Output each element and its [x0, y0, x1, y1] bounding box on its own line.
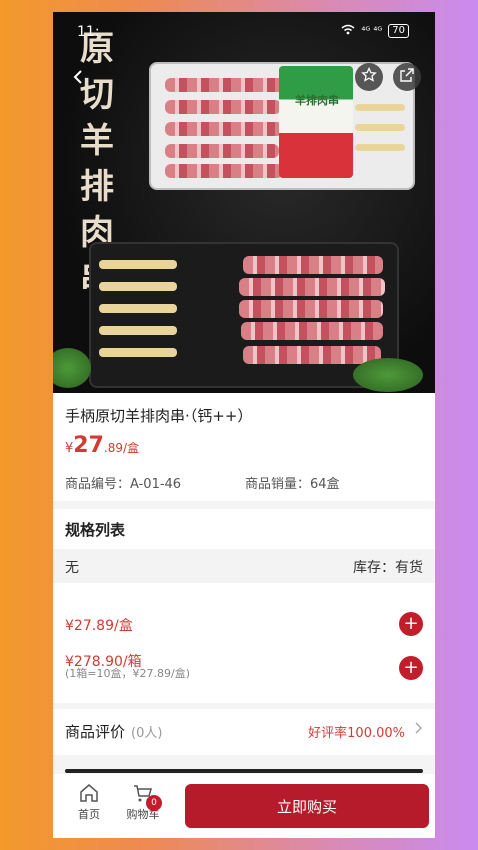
- content-divider: [65, 769, 423, 773]
- meat-skewer: [243, 346, 381, 364]
- product-code: 商品编号：A-01-46: [65, 477, 182, 492]
- product-title: 手柄原切羊排肉串·（钙++）: [65, 407, 253, 425]
- review-title: 商品评价 (0人): [65, 721, 162, 742]
- meat-skewer: [165, 164, 283, 178]
- status-time: 11:: [77, 24, 100, 40]
- bottom-action-bar: 首页 购物车 0 立即购买: [53, 774, 435, 838]
- meat-skewer: [239, 278, 385, 296]
- product-image: 原切羊排肉串 羊排肉串 11: ⁴ᴳ ⁴ᴳ 70: [53, 12, 435, 393]
- skewer-handle: [99, 282, 177, 291]
- meat-skewer: [165, 122, 283, 136]
- review-row[interactable]: 商品评价 (0人) 好评率100.00%: [53, 709, 435, 755]
- battery-icon: 70: [388, 24, 409, 38]
- spec-price-box: ¥27.89/盒: [65, 618, 133, 634]
- star-icon: [361, 66, 377, 87]
- wifi-icon: [341, 24, 355, 38]
- meat-skewer: [165, 144, 279, 158]
- skewer-handle: [99, 304, 177, 313]
- signal-icon: ⁴ᴳ ⁴ᴳ: [361, 25, 383, 37]
- garnish-leaf: [53, 348, 91, 388]
- skewer-handle: [99, 260, 177, 269]
- spec-case-note: (1箱=10盒，¥27.89/盒): [65, 667, 190, 680]
- garnish-leaf: [353, 358, 423, 392]
- spec-option-row[interactable]: 无 库存：有货: [53, 549, 435, 583]
- price-decimal: .89: [103, 441, 123, 455]
- meat-skewer: [243, 256, 383, 274]
- phone-screen: 原切羊排肉串 羊排肉串 11: ⁴ᴳ ⁴ᴳ 70: [53, 12, 435, 838]
- chevron-right-icon: [413, 721, 423, 739]
- back-icon[interactable]: [69, 68, 87, 86]
- share-icon: [399, 67, 415, 87]
- product-meta: 商品编号：A-01-46 商品销量：64盒: [65, 473, 425, 492]
- review-count: (0人): [131, 726, 163, 741]
- favorite-button[interactable]: [355, 63, 383, 91]
- package-label: [279, 66, 353, 178]
- buy-now-button[interactable]: 立即购买: [185, 784, 429, 828]
- skewer-handle: [99, 348, 177, 357]
- price-unit: /盒: [123, 441, 140, 455]
- product-price: ¥27.89/盒: [65, 433, 139, 458]
- product-sales: 商品销量：64盒: [245, 477, 340, 492]
- status-icons: ⁴ᴳ ⁴ᴳ 70: [341, 24, 409, 38]
- price-integer: 27: [73, 433, 104, 458]
- spec-list-card: 规格列表 无 库存：有货 ¥27.89/盒 + ¥278.90/箱 (1箱=10…: [53, 509, 435, 703]
- meat-skewer: [165, 78, 285, 92]
- tab-home[interactable]: 首页: [65, 782, 113, 822]
- meat-skewer: [241, 322, 383, 340]
- package-label-text: 羊排肉串: [295, 94, 339, 107]
- add-case-button[interactable]: +: [399, 656, 423, 680]
- skewer-handle: [355, 104, 405, 111]
- skewer-handle: [99, 326, 177, 335]
- skewer-handle: [355, 144, 405, 151]
- spec-list-title: 规格列表: [65, 521, 126, 539]
- add-box-button[interactable]: +: [399, 612, 423, 636]
- home-icon: [78, 782, 100, 804]
- review-title-text: 商品评价: [65, 723, 126, 741]
- spec-option-name: 无: [65, 560, 79, 576]
- cart-count-badge: 0: [146, 795, 162, 811]
- review-rate: 好评率100.00%: [308, 726, 405, 741]
- product-info-card: 手柄原切羊排肉串·（钙++） ¥27.89/盒 商品编号：A-01-46 商品销…: [53, 393, 435, 501]
- meat-skewer: [239, 300, 383, 318]
- tab-home-label: 首页: [78, 808, 100, 821]
- meat-skewer: [165, 100, 281, 114]
- spec-stock: 库存：有货: [353, 560, 423, 576]
- share-button[interactable]: [393, 63, 421, 91]
- skewer-handle: [355, 124, 405, 131]
